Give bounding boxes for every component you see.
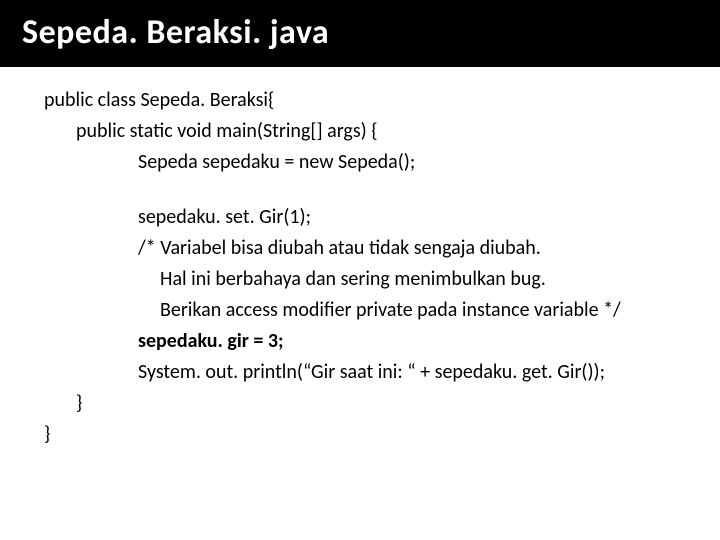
code-line-emphasis: sepedaku. gir = 3; (44, 326, 720, 357)
code-block: public class Sepeda. Beraksi{ public sta… (0, 67, 720, 450)
code-line: Sepeda sepedaku = new Sepeda(); (44, 147, 720, 178)
blank-line (44, 178, 720, 202)
code-line: public static void main(String[] args) { (44, 116, 720, 147)
code-line: System. out. println(“Gir saat ini: “ + … (44, 357, 720, 388)
slide: Sepeda. Beraksi. java public class Seped… (0, 0, 720, 540)
slide-title: Sepeda. Beraksi. java (22, 12, 698, 53)
code-line: Hal ini berbahaya dan sering menimbulkan… (44, 264, 720, 295)
code-line: } (44, 388, 720, 419)
code-line: public class Sepeda. Beraksi{ (44, 85, 720, 116)
code-line: } (44, 419, 720, 450)
code-line: Berikan access modifier private pada ins… (44, 295, 720, 326)
code-line: /* Variabel bisa diubah atau tidak senga… (44, 233, 720, 264)
code-line: sepedaku. set. Gir(1); (44, 202, 720, 233)
title-bar: Sepeda. Beraksi. java (0, 0, 720, 67)
